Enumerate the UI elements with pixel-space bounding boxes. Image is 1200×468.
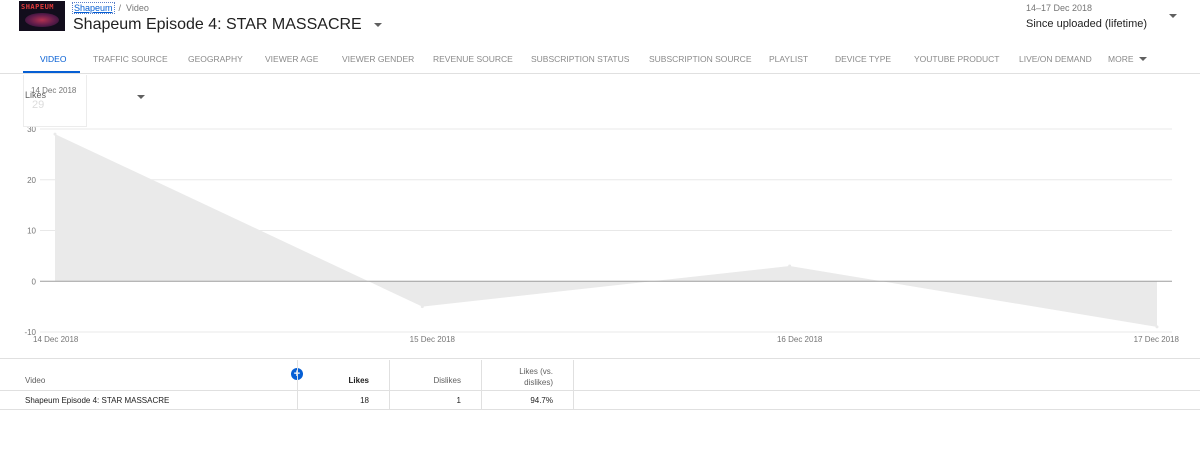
column-divider xyxy=(481,360,482,410)
column-header-likes[interactable]: Likes xyxy=(349,376,369,385)
date-range-dates: 14–17 Dec 2018 xyxy=(1026,3,1093,13)
column-header-video[interactable]: Video xyxy=(25,376,45,385)
row-dislikes: 1 xyxy=(456,396,461,405)
chevron-down-icon xyxy=(1138,56,1147,61)
date-range-label: Since uploaded (lifetime) xyxy=(1026,18,1148,30)
column-divider xyxy=(389,360,390,410)
metric-dropdown-label: Likes xyxy=(25,90,47,100)
tab-playlist[interactable]: Playlist xyxy=(769,44,808,73)
tab-geography[interactable]: Geography xyxy=(188,44,243,73)
x-tick-label: 17 Dec 2018 xyxy=(1134,335,1180,344)
thumbnail-text: SHAPEUM xyxy=(21,3,55,11)
y-tick-label: 20 xyxy=(27,176,36,185)
tab-subscription-status[interactable]: Subscription status xyxy=(531,44,629,73)
tab-subscription-source[interactable]: Subscription source xyxy=(649,44,752,73)
report-tabs: Video Traffic source Geography Viewer ag… xyxy=(0,44,1200,74)
data-point xyxy=(788,264,792,268)
active-tab-indicator xyxy=(23,71,80,73)
thumbnail-art xyxy=(25,13,59,27)
tab-viewer-age[interactable]: Viewer age xyxy=(265,44,318,73)
row-video-title[interactable]: Shapeum Episode 4: STAR MASSACRE xyxy=(25,396,169,405)
y-tick-label: 10 xyxy=(27,227,36,236)
tab-live-on-demand[interactable]: Live/on demand xyxy=(1019,44,1092,73)
chevron-down-icon xyxy=(373,23,382,27)
breadcrumb-separator: / xyxy=(118,3,122,13)
tab-viewer-gender[interactable]: Viewer gender xyxy=(342,44,414,73)
column-header-ratio[interactable]: Likes (vs. dislikes) xyxy=(493,366,553,388)
tab-traffic-source[interactable]: Traffic source xyxy=(93,44,168,73)
video-selector[interactable]: Shapeum Episode 4: STAR MASSACRE xyxy=(73,15,382,35)
tab-more[interactable]: More xyxy=(1108,44,1147,73)
data-point xyxy=(1155,325,1159,329)
column-header-dislikes-cell: Dislikes xyxy=(390,360,461,391)
row-ratio: 94.7% xyxy=(530,396,553,405)
tab-device-type[interactable]: Device type xyxy=(835,44,891,73)
chart-container: 30 20 10 0 -10 14 Dec 2018 15 Dec 2018 16 Dec 2… xyxy=(0,74,1200,359)
breadcrumb: Shapeum / Video xyxy=(72,2,149,14)
table-row: Shapeum Episode 4: STAR MASSACRE 18 1 94… xyxy=(0,391,1200,410)
metric-dropdown[interactable]: Likes xyxy=(25,90,147,104)
date-range-selector[interactable]: 14–17 Dec 2018 Since uploaded (lifetime) xyxy=(1026,3,1186,33)
x-tick-label: 15 Dec 2018 xyxy=(410,335,456,344)
tab-revenue-source[interactable]: Revenue source xyxy=(433,44,513,73)
breadcrumb-section: Video xyxy=(126,3,149,13)
data-point xyxy=(53,132,57,136)
column-header-likes-cell: Likes xyxy=(298,360,369,391)
video-title: Shapeum Episode 4: STAR MASSACRE xyxy=(73,16,362,33)
column-header-ratio-cell: Likes (vs. dislikes) xyxy=(482,360,553,391)
row-likes: 18 xyxy=(360,396,369,405)
page-header: SHAPEUM Shapeum / Video Shapeum Episode 4:… xyxy=(0,0,1200,44)
tab-more-label: More xyxy=(1108,53,1134,64)
y-tick-label: 0 xyxy=(32,277,37,286)
column-divider xyxy=(573,360,574,410)
breadcrumb-channel-link[interactable]: Shapeum xyxy=(72,2,115,14)
table-header: Video Likes Dislikes Likes (vs. dislikes… xyxy=(0,360,1200,391)
chevron-down-icon xyxy=(1169,14,1177,18)
tab-youtube-product[interactable]: YouTube product xyxy=(914,44,999,73)
chevron-down-icon xyxy=(137,95,145,99)
x-tick-label: 14 Dec 2018 xyxy=(33,335,79,344)
x-tick-label: 16 Dec 2018 xyxy=(777,335,823,344)
column-header-dislikes[interactable]: Dislikes xyxy=(433,376,461,385)
column-divider xyxy=(297,360,298,410)
tab-video[interactable]: Video xyxy=(40,44,66,73)
video-thumbnail[interactable]: SHAPEUM xyxy=(19,1,65,31)
data-point xyxy=(420,305,424,309)
likes-area-chart: 3020100-1014 Dec 2018 15 Dec 2018 16 Dec 2… xyxy=(24,125,1180,344)
